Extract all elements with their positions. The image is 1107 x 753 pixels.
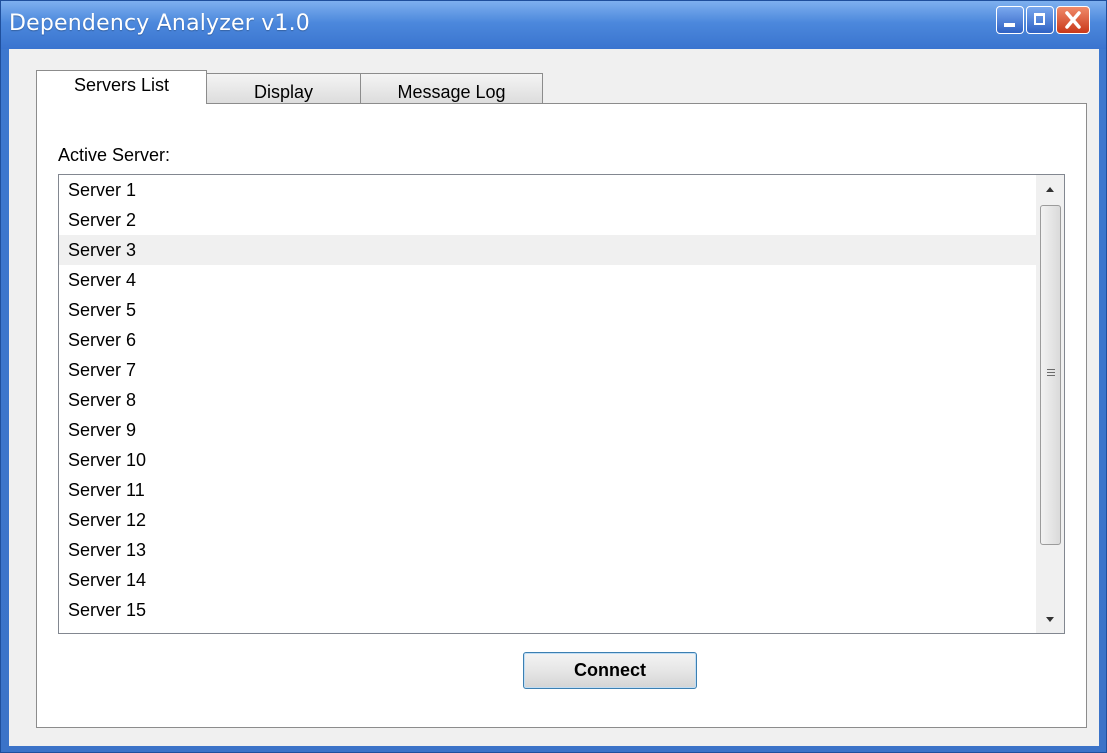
list-item[interactable]: Server 10 xyxy=(59,445,1036,475)
list-item[interactable]: Server 12 xyxy=(59,505,1036,535)
tab-message-log[interactable]: Message Log xyxy=(360,73,543,104)
list-item[interactable]: Server 13 xyxy=(59,535,1036,565)
list-item[interactable]: Server 3 xyxy=(59,235,1036,265)
list-item[interactable]: Server 6 xyxy=(59,325,1036,355)
scroll-up-button[interactable] xyxy=(1036,175,1064,203)
list-item[interactable]: Server 4 xyxy=(59,265,1036,295)
close-button[interactable] xyxy=(1056,6,1090,34)
maximize-button[interactable] xyxy=(1026,6,1054,34)
list-item[interactable]: Server 15 xyxy=(59,595,1036,625)
tab-label: Display xyxy=(253,82,314,102)
list-item[interactable]: Server 1 xyxy=(59,175,1036,205)
active-server-label: Active Server: xyxy=(58,145,171,165)
list-item[interactable]: Server 9 xyxy=(59,415,1036,445)
list-item[interactable]: Server 5 xyxy=(59,295,1036,325)
tab-label: Message Log xyxy=(397,82,506,102)
tab-servers-list[interactable]: Servers List xyxy=(36,70,207,104)
list-item[interactable]: Server 14 xyxy=(59,565,1036,595)
scroll-up-arrow-icon xyxy=(1046,187,1054,192)
server-listbox[interactable]: Server 1 Server 2 Server 3 Server 4 Serv… xyxy=(58,174,1065,634)
maximize-icon xyxy=(1034,13,1045,25)
scroll-down-button[interactable] xyxy=(1036,605,1064,633)
list-item[interactable]: Server 2 xyxy=(59,205,1036,235)
connect-button[interactable]: Connect xyxy=(523,652,697,689)
tab-display[interactable]: Display xyxy=(206,73,361,104)
minimize-icon xyxy=(1004,23,1015,27)
vertical-scrollbar[interactable] xyxy=(1036,175,1064,633)
server-list: Server 1 Server 2 Server 3 Server 4 Serv… xyxy=(59,175,1036,625)
scroll-down-arrow-icon xyxy=(1046,617,1054,622)
title-bar[interactable]: Dependency Analyzer v1.0 xyxy=(1,1,1106,49)
window-title: Dependency Analyzer v1.0 xyxy=(9,11,311,36)
minimize-button[interactable] xyxy=(996,6,1024,34)
window-client-area: Servers List Display Message Log Active … xyxy=(9,49,1099,746)
list-item[interactable]: Server 7 xyxy=(59,355,1036,385)
list-item[interactable]: Server 8 xyxy=(59,385,1036,415)
servers-list-panel: Active Server: Server 1 Server 2 Server … xyxy=(36,103,1087,728)
tab-label: Servers List xyxy=(73,75,170,95)
scroll-thumb[interactable] xyxy=(1040,205,1061,545)
close-icon xyxy=(1065,11,1081,29)
list-item[interactable]: Server 11 xyxy=(59,475,1036,505)
app-window: Dependency Analyzer v1.0 Servers List Di… xyxy=(0,0,1107,753)
grip-icon xyxy=(1047,369,1055,378)
